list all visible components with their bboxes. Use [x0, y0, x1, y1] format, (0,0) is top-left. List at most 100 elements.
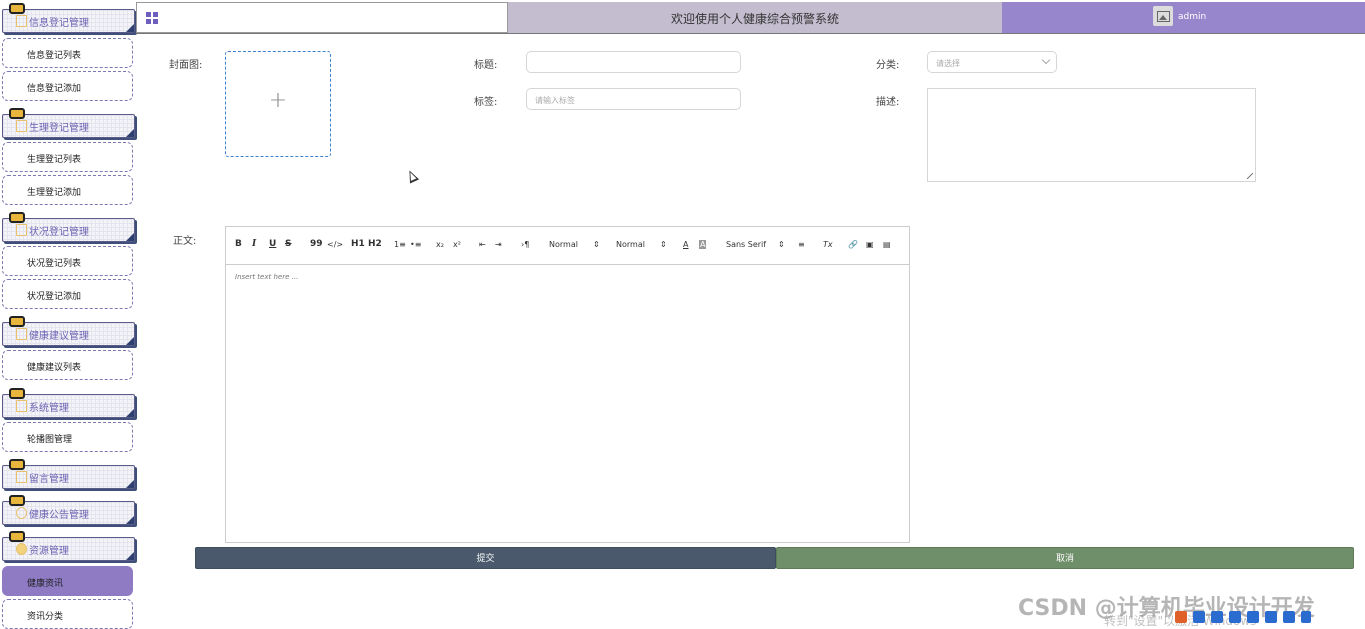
code-button[interactable]: </>	[327, 240, 343, 249]
desc-label: 描述:	[876, 97, 900, 108]
font-select[interactable]: Sans Serif	[726, 240, 766, 249]
robot-icon[interactable]	[1283, 611, 1295, 623]
size-select[interactable]: Normal	[549, 240, 578, 249]
top-bar-left	[136, 2, 508, 33]
header-select[interactable]: Normal	[616, 240, 645, 249]
underline-button[interactable]: U	[269, 239, 276, 249]
clean-format-button[interactable]: Tx	[823, 240, 833, 249]
menu-group-label: 健康建议管理	[29, 331, 89, 342]
corner-fold-icon	[126, 516, 134, 524]
category-placeholder: 请选择	[936, 59, 960, 68]
editor-toolbar: B I U S 99 </> H1 H2 1≡ •≡ x₂ x² ⇤ ⇥ ›¶ …	[226, 227, 909, 265]
sidebar-item-advice-list[interactable]: 健康建议列表	[2, 350, 133, 380]
chevron-updown-icon: ⇕	[660, 240, 667, 249]
ime-chinese-icon[interactable]	[1193, 611, 1205, 623]
menu-group-system[interactable]: 系统管理	[2, 388, 135, 418]
tags-input[interactable]: 请输入标签	[526, 88, 741, 110]
user-area[interactable]: admin	[1002, 2, 1365, 33]
description-textarea[interactable]	[927, 88, 1256, 182]
menu-group-messages[interactable]: 留言管理	[2, 459, 135, 489]
sidebar-item-label: 健康建议列表	[27, 363, 82, 373]
sidebar-item-label: 生理登记添加	[27, 188, 82, 198]
document-icon	[16, 224, 27, 236]
menu-group-label: 留言管理	[29, 474, 69, 485]
menu-group-info-registration[interactable]: 信息登记管理	[2, 3, 135, 33]
menu-group-label: 生理登记管理	[29, 123, 89, 134]
corner-fold-icon	[126, 233, 134, 241]
menu-group-announcements[interactable]: 健康公告管理	[2, 495, 135, 525]
video-button[interactable]: ▤	[883, 240, 891, 249]
ordered-list-button[interactable]: 1≡	[394, 240, 406, 249]
microphone-icon[interactable]	[1229, 611, 1241, 623]
binder-clip-icon	[7, 458, 25, 470]
sidebar: 信息登记管理 信息登记列表 信息登记添加 生理登记管理 生理登记列表 生理登记添…	[0, 0, 136, 629]
binder-clip-icon	[7, 315, 25, 327]
italic-button[interactable]: I	[252, 239, 256, 249]
menu-group-status-registration[interactable]: 状况登记管理	[2, 212, 135, 242]
content-label: 正文:	[173, 236, 197, 247]
background-color-button[interactable]: A	[699, 240, 707, 249]
document-icon	[16, 328, 27, 340]
avatar[interactable]	[1153, 6, 1173, 26]
sidebar-item-label: 生理登记列表	[27, 155, 82, 165]
page-title: 欢迎使用个人健康综合预警系统	[670, 12, 839, 26]
sidebar-item-news-category[interactable]: 资讯分类	[2, 599, 133, 629]
strike-button[interactable]: S	[285, 239, 291, 249]
corner-fold-icon	[126, 24, 134, 32]
apps-icon[interactable]	[1301, 611, 1311, 623]
sidebar-item-info-list[interactable]: 信息登记列表	[2, 38, 133, 68]
image-button[interactable]: ▣	[866, 240, 874, 249]
keyboard-icon[interactable]	[1247, 611, 1259, 623]
grid-menu-icon[interactable]	[146, 12, 158, 24]
cover-label: 封面图:	[169, 60, 203, 71]
corner-fold-icon	[126, 129, 134, 137]
ime-logo-icon[interactable]	[1175, 611, 1187, 623]
font-color-button[interactable]: A	[683, 240, 688, 249]
document-icon	[16, 120, 27, 132]
outdent-button[interactable]: ⇤	[479, 240, 486, 249]
indent-button[interactable]: ⇥	[495, 240, 502, 249]
skin-icon[interactable]	[1265, 611, 1277, 623]
plus-icon: +	[268, 88, 288, 113]
sidebar-item-health-news[interactable]: 健康资讯	[2, 566, 133, 596]
blockquote-button[interactable]: 99	[310, 239, 323, 249]
ime-punct-icon[interactable]	[1211, 611, 1223, 623]
sidebar-item-status-list[interactable]: 状况登记列表	[2, 246, 133, 276]
bullet-list-button[interactable]: •≡	[410, 240, 421, 249]
menu-group-resources[interactable]: 资源管理	[2, 531, 135, 561]
sidebar-item-info-add[interactable]: 信息登记添加	[2, 71, 133, 101]
menu-group-health-advice[interactable]: 健康建议管理	[2, 316, 135, 346]
h2-button[interactable]: H2	[368, 239, 382, 249]
sidebar-item-physio-add[interactable]: 生理登记添加	[2, 175, 133, 205]
h1-button[interactable]: H1	[351, 239, 365, 249]
category-select[interactable]: 请选择	[927, 51, 1057, 73]
corner-fold-icon	[126, 337, 134, 345]
menu-group-label: 信息登记管理	[29, 18, 89, 29]
sidebar-item-physio-list[interactable]: 生理登记列表	[2, 142, 133, 172]
tags-placeholder: 请输入标签	[535, 96, 575, 105]
text-direction-button[interactable]: ›¶	[521, 240, 529, 249]
align-button[interactable]: ≡	[798, 240, 805, 249]
binder-clip-icon	[7, 387, 25, 399]
link-button[interactable]: 🔗	[848, 240, 858, 249]
sidebar-item-carousel[interactable]: 轮播图管理	[2, 422, 133, 452]
category-label: 分类:	[876, 60, 900, 71]
cancel-button[interactable]: 取消	[776, 547, 1354, 569]
submit-button[interactable]: 提交	[195, 547, 776, 569]
subscript-button[interactable]: x₂	[436, 240, 444, 249]
message-icon	[16, 471, 27, 483]
info-icon	[16, 507, 27, 519]
editor-placeholder[interactable]: Insert text here ...	[235, 273, 298, 281]
settings-icon	[16, 400, 27, 412]
bold-button[interactable]: B	[235, 239, 242, 249]
header-title-area: 欢迎使用个人健康综合预警系统	[508, 2, 1002, 33]
sidebar-item-label: 信息登记列表	[27, 51, 82, 61]
superscript-button[interactable]: x²	[453, 240, 461, 249]
title-input[interactable]	[526, 51, 741, 73]
menu-group-physio-registration[interactable]: 生理登记管理	[2, 108, 135, 138]
menu-group-label: 健康公告管理	[29, 510, 89, 521]
username[interactable]: admin	[1178, 12, 1206, 22]
sidebar-item-status-add[interactable]: 状况登记添加	[2, 279, 133, 309]
corner-fold-icon	[126, 552, 134, 560]
cover-upload[interactable]: +	[225, 51, 331, 157]
